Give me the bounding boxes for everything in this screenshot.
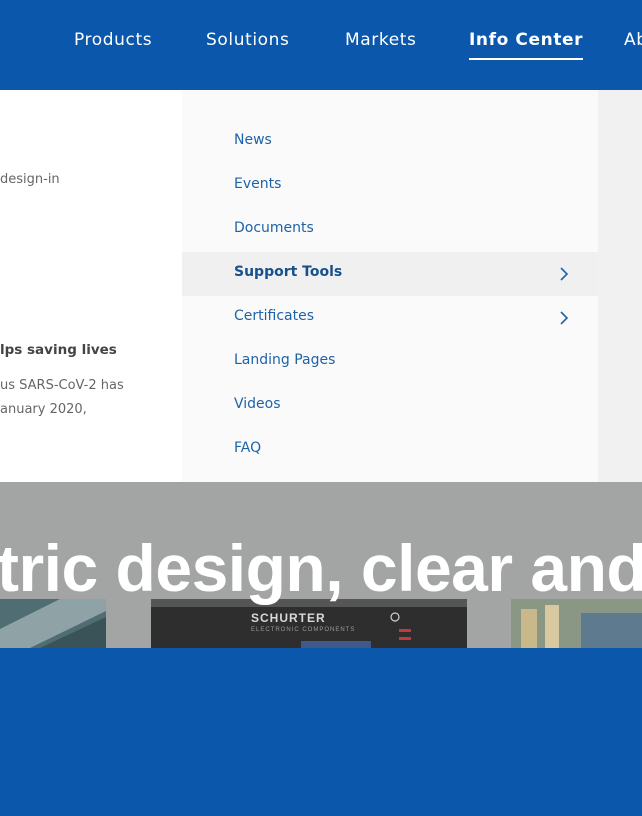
menu-item-landing-pages[interactable]: Landing Pages bbox=[182, 340, 598, 384]
article-excerpt-line: us SARS-CoV-2 has bbox=[0, 378, 124, 393]
menu-item-support-tools[interactable]: Support Tools bbox=[182, 252, 598, 296]
top-navigation: Products Solutions Markets Info Center A… bbox=[0, 0, 642, 90]
menu-item-label: Landing Pages bbox=[234, 352, 336, 368]
nav-label: Ab bbox=[624, 30, 642, 50]
product-photo-image bbox=[0, 599, 106, 648]
menu-item-label: Support Tools bbox=[234, 264, 343, 280]
featured-snippet: design-in bbox=[0, 172, 60, 187]
active-nav-underline bbox=[469, 58, 584, 60]
article-title[interactable]: lps saving lives bbox=[0, 342, 117, 358]
nav-label: Solutions bbox=[206, 30, 290, 50]
nav-about[interactable]: Ab bbox=[624, 30, 642, 50]
nav-products[interactable]: Products bbox=[74, 30, 152, 50]
product-thumbnail[interactable] bbox=[511, 599, 642, 648]
hero-banner: SCHURTER ELECTRONIC COMPONENTS tric desi… bbox=[0, 482, 642, 648]
hero-headline: tric design, clear and bbox=[0, 531, 642, 605]
nav-solutions[interactable]: Solutions bbox=[206, 30, 290, 50]
product-thumbnail[interactable] bbox=[0, 599, 106, 648]
menu-item-label: Certificates bbox=[234, 308, 315, 324]
menu-item-label: Documents bbox=[234, 220, 314, 236]
product-photo-image bbox=[511, 599, 642, 648]
nav-label: Markets bbox=[345, 30, 417, 50]
menu-item-documents[interactable]: Documents bbox=[182, 208, 598, 252]
article-excerpt-line: anuary 2020, bbox=[0, 402, 87, 417]
nav-markets[interactable]: Markets bbox=[345, 30, 417, 50]
menu-item-label: Events bbox=[234, 176, 282, 192]
nav-label: Products bbox=[74, 30, 153, 50]
chevron-right-icon bbox=[560, 311, 569, 325]
menu-item-faq[interactable]: FAQ bbox=[182, 428, 598, 472]
menu-item-label: Videos bbox=[234, 396, 281, 412]
menu-item-certificates[interactable]: Certificates bbox=[182, 296, 598, 340]
menu-item-label: FAQ bbox=[234, 440, 262, 456]
product-logo-text: SCHURTER bbox=[251, 611, 326, 625]
product-logo-subtext: ELECTRONIC COMPONENTS bbox=[251, 627, 356, 633]
blue-content-band bbox=[0, 648, 642, 816]
chevron-right-icon bbox=[560, 267, 569, 281]
menu-item-videos[interactable]: Videos bbox=[182, 384, 598, 428]
product-thumbnail[interactable]: SCHURTER ELECTRONIC COMPONENTS bbox=[151, 599, 467, 648]
menu-item-news[interactable]: News bbox=[182, 120, 598, 164]
info-center-dropdown: News Events Documents Support Tools Cert… bbox=[182, 90, 598, 482]
featured-content-panel: design-in lps saving lives us SARS-CoV-2… bbox=[0, 90, 182, 482]
nav-info-center[interactable]: Info Center bbox=[469, 30, 584, 60]
menu-item-label: News bbox=[234, 132, 272, 148]
menu-item-events[interactable]: Events bbox=[182, 164, 598, 208]
dropdown-side-panel bbox=[598, 90, 642, 482]
nav-label: Info Center bbox=[469, 30, 584, 50]
